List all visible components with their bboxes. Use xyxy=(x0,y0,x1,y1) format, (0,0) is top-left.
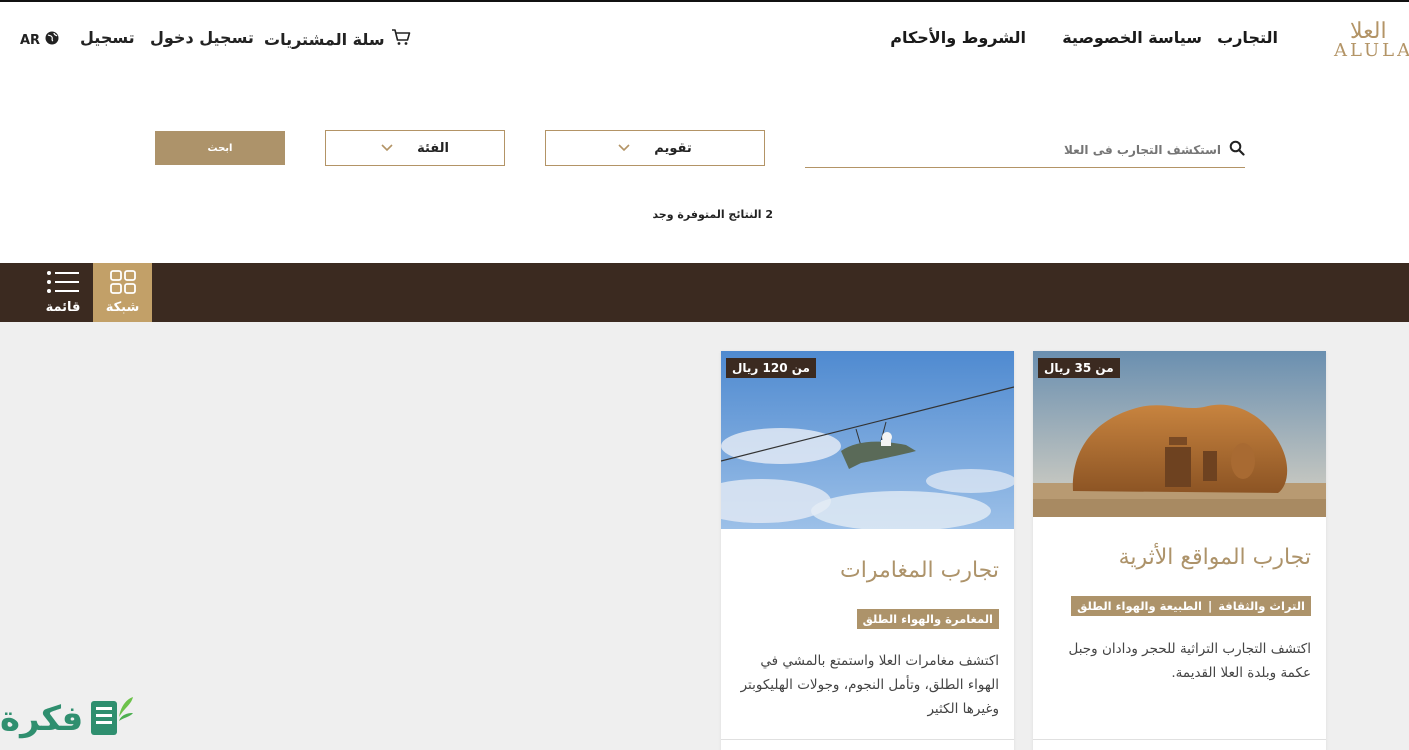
watermark-text: فكرة xyxy=(0,699,84,739)
results-count: 2 النتائج المتوفرة وجد xyxy=(652,208,773,221)
tag-label: المغامرة والهواء الطلق xyxy=(862,612,993,626)
alula-logo[interactable]: العلا ALULA xyxy=(1330,14,1409,62)
cart-link[interactable]: سلة المشتريات xyxy=(264,28,411,50)
card-description: اكتشف مغامرات العلا واستمتع بالمشي في ال… xyxy=(740,653,999,717)
list-view-label: قائمة xyxy=(45,300,81,315)
list-icon xyxy=(46,270,80,298)
card-title[interactable]: تجارب المغامرات xyxy=(840,558,999,583)
grid-icon xyxy=(109,270,136,298)
logo-latin: ALULA xyxy=(1333,40,1409,61)
card-description: اكتشف التجارب التراثية للحجر ودادان وجبل… xyxy=(1068,641,1311,681)
globe-icon xyxy=(44,30,60,50)
signup-link[interactable]: تسجيل xyxy=(80,28,135,47)
search-bar xyxy=(805,133,1245,168)
book-icon xyxy=(83,687,135,750)
chevron-down-icon xyxy=(381,141,393,156)
view-toggle-bar: قائمة شبكة xyxy=(0,263,1409,322)
header: العلا ALULA التجارب سياسة الخصوصية الشرو… xyxy=(0,2,1409,80)
cart-icon xyxy=(391,28,411,50)
experience-card[interactable]: من 35 ريال تجارب المواقع الأثرية التراث … xyxy=(1033,351,1326,750)
search-icon[interactable] xyxy=(1221,140,1245,160)
search-input[interactable] xyxy=(841,143,1221,157)
category-label: الفئة xyxy=(417,140,449,156)
results-area: من 35 ريال تجارب المواقع الأثرية التراث … xyxy=(0,322,1409,750)
tag-label: الطبيعة والهواء الطلق xyxy=(1077,599,1202,613)
list-view-button[interactable]: قائمة xyxy=(35,263,91,322)
watermark-logo: فكرة xyxy=(0,688,155,750)
price-badge: من 120 ريال xyxy=(726,358,816,378)
calendar-label: تقويم xyxy=(654,140,692,156)
calendar-dropdown[interactable]: تقويم xyxy=(545,130,765,166)
card-divider xyxy=(1033,739,1326,740)
card-divider xyxy=(721,739,1014,740)
lang-label: AR xyxy=(20,32,41,48)
login-link[interactable]: تسجيل دخول xyxy=(150,28,254,47)
tags-badge: المغامرة والهواء الطلق xyxy=(856,609,999,629)
tag-label: التراث والثقافة xyxy=(1218,599,1305,613)
card-title[interactable]: تجارب المواقع الأثرية xyxy=(1119,545,1311,570)
experience-card[interactable]: من 120 ريال تجارب المغامرات المغامرة وال… xyxy=(721,351,1014,750)
nav-experiences[interactable]: التجارب xyxy=(1217,28,1278,47)
zipline-image[interactable]: من 120 ريال xyxy=(721,351,1014,529)
price-badge: من 35 ريال xyxy=(1038,358,1120,378)
nav-terms[interactable]: الشروط والأحكام xyxy=(890,28,1026,47)
grid-view-label: شبكة xyxy=(105,300,140,315)
tags-badge: التراث والثقافة|الطبيعة والهواء الطلق xyxy=(1071,596,1311,616)
chevron-down-icon xyxy=(618,141,630,156)
language-switch[interactable]: AR xyxy=(20,30,60,50)
category-dropdown[interactable]: الفئة xyxy=(325,130,505,166)
heritage-site-image[interactable]: من 35 ريال xyxy=(1033,351,1326,517)
search-button[interactable]: ابحث xyxy=(155,131,285,165)
grid-view-button[interactable]: شبكة xyxy=(93,263,152,322)
cart-label: سلة المشتريات xyxy=(264,29,385,49)
nav-privacy-policy[interactable]: سياسة الخصوصية xyxy=(1062,28,1202,47)
